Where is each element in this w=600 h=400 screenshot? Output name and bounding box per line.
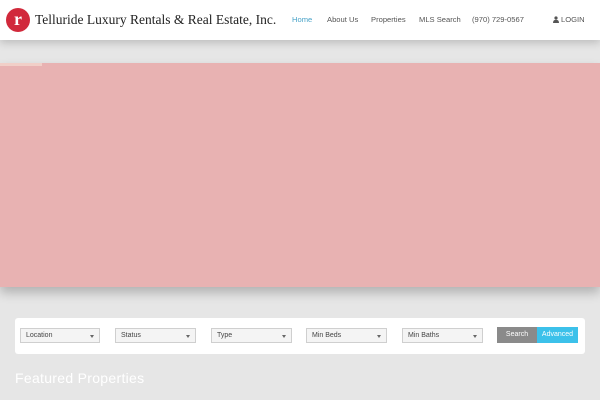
nav-phone[interactable]: (970) 729-0567: [472, 15, 524, 24]
login-link[interactable]: LOGIN: [553, 15, 585, 24]
hero-accent-strip: [0, 63, 42, 66]
search-button[interactable]: Search: [497, 327, 537, 343]
logo-icon[interactable]: r: [6, 8, 30, 32]
status-select-label: Status: [121, 332, 141, 339]
nav-home[interactable]: Home: [292, 15, 312, 24]
chevron-down-icon: [186, 335, 190, 338]
type-select-label: Type: [217, 332, 233, 339]
nav-properties[interactable]: Properties: [371, 15, 406, 24]
min-baths-select[interactable]: Min Baths: [402, 328, 483, 343]
min-beds-select[interactable]: Min Beds: [306, 328, 387, 343]
nav-about-us[interactable]: About Us: [327, 15, 358, 24]
property-search-bar: Location Status Type Min Beds Min Baths …: [15, 318, 585, 354]
min-baths-select-label: Min Baths: [408, 332, 440, 339]
chevron-down-icon: [90, 335, 94, 338]
chevron-down-icon: [377, 335, 381, 338]
logo-letter: r: [14, 9, 22, 29]
featured-properties-heading: Featured Properties: [15, 370, 145, 386]
brand-name[interactable]: Telluride Luxury Rentals & Real Estate, …: [35, 12, 276, 28]
advanced-search-button[interactable]: Advanced: [537, 327, 578, 343]
chevron-down-icon: [282, 335, 286, 338]
min-beds-select-label: Min Beds: [312, 332, 342, 339]
status-select[interactable]: Status: [115, 328, 196, 343]
site-header: r Telluride Luxury Rentals & Real Estate…: [0, 0, 600, 40]
login-label: LOGIN: [561, 15, 585, 24]
hero-banner: [0, 63, 600, 287]
user-icon: [553, 16, 559, 23]
chevron-down-icon: [473, 335, 477, 338]
location-select-label: Location: [26, 332, 53, 339]
nav-mls-search[interactable]: MLS Search: [419, 15, 461, 24]
type-select[interactable]: Type: [211, 328, 292, 343]
location-select[interactable]: Location: [20, 328, 100, 343]
